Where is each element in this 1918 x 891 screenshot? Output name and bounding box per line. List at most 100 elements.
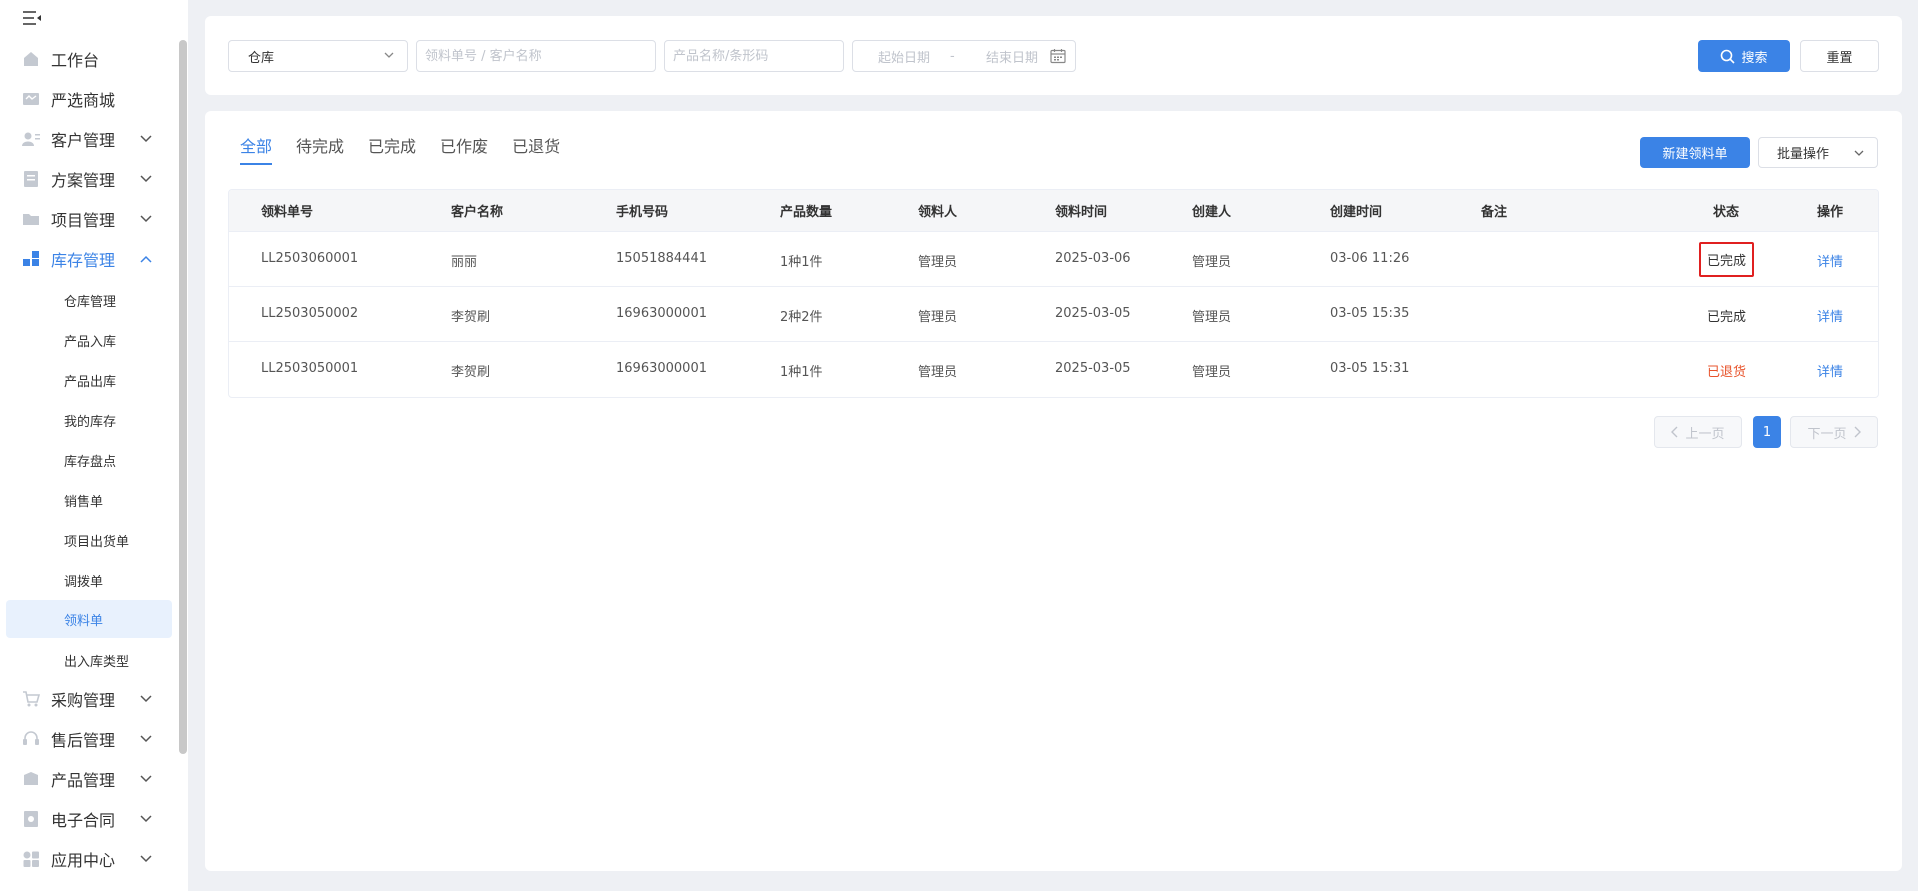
- sidebar-item-aftersales[interactable]: 售后管理: [0, 721, 180, 757]
- chevron-down-icon: [138, 211, 154, 227]
- cell-qty: 2种2件: [780, 310, 823, 325]
- column-header: 创建时间: [1330, 205, 1383, 220]
- sidebar-item-label: 售后管理: [51, 731, 116, 750]
- tab-all[interactable]: 全部: [240, 133, 273, 165]
- start-date-placeholder: 起始日期: [878, 50, 931, 66]
- column-header: 操作: [1817, 205, 1844, 220]
- order-search-input[interactable]: [416, 40, 656, 72]
- reset-button[interactable]: 重置: [1800, 40, 1879, 72]
- prev-page-button[interactable]: 上一页: [1654, 416, 1742, 448]
- sidebar-subitem-product-inbound[interactable]: 产品入库: [6, 321, 172, 359]
- column-header: 备注: [1481, 205, 1508, 220]
- main-panel: 全部 待完成 已完成 已作废 已退货 新建领料单 批量操作 领料单号 客户名称 …: [205, 111, 1902, 871]
- detail-link[interactable]: 详情: [1817, 251, 1843, 270]
- table-row: LL2503050001 李贺刷 16963000001 1种1件 管理员 20…: [229, 342, 1878, 397]
- sidebar-subitem-project-shipment[interactable]: 项目出货单: [6, 521, 172, 559]
- column-header: 客户名称: [451, 205, 504, 220]
- sidebar-item-label: 采购管理: [51, 691, 116, 710]
- table-row: LL2503060001 丽丽 15051884441 1种1件 管理员 202…: [229, 232, 1878, 287]
- cell-customer: 李贺刷: [451, 365, 491, 380]
- cell-phone: 16963000001: [616, 361, 707, 376]
- detail-link[interactable]: 详情: [1817, 361, 1843, 380]
- chevron-down-icon: [138, 171, 154, 187]
- sidebar-item-customer[interactable]: 客户管理: [0, 121, 180, 157]
- date-range-picker[interactable]: 起始日期 - 结束日期: [852, 40, 1076, 72]
- status-badge: 已退货: [1707, 365, 1747, 380]
- sidebar-item-label: 电子合同: [51, 811, 116, 830]
- cell-pick-date: 2025-03-05: [1055, 361, 1131, 376]
- cell-qty: 1种1件: [780, 255, 823, 270]
- sidebar-item-purchase[interactable]: 采购管理: [0, 681, 180, 717]
- sidebar-subitem-transfer[interactable]: 调拨单: [6, 561, 172, 599]
- chevron-down-icon: [138, 811, 154, 827]
- tab-voided[interactable]: 已作废: [440, 133, 488, 165]
- next-page-label: 下一页: [1807, 426, 1847, 442]
- new-requisition-button[interactable]: 新建领料单: [1640, 137, 1750, 168]
- sidebar-item-project[interactable]: 项目管理: [0, 201, 180, 237]
- sidebar-subitem-warehouse[interactable]: 仓库管理: [6, 281, 172, 319]
- sidebar-subitem-my-stock[interactable]: 我的库存: [6, 401, 172, 439]
- plan-icon: [21, 169, 41, 189]
- cell-phone: 15051884441: [616, 251, 707, 266]
- column-header: 产品数量: [780, 205, 833, 220]
- product-search-input[interactable]: [664, 40, 844, 72]
- sidebar-item-mall[interactable]: 严选商城: [0, 81, 180, 117]
- cell-customer: 李贺刷: [451, 310, 491, 325]
- sidebar-item-label: 产品管理: [51, 771, 116, 790]
- tab-pending[interactable]: 待完成: [296, 133, 344, 165]
- status-badge: 已完成: [1707, 310, 1747, 325]
- sidebar-subitem-sales-order[interactable]: 销售单: [6, 481, 172, 519]
- customer-icon: [21, 129, 41, 149]
- requisition-table: 领料单号 客户名称 手机号码 产品数量 领料人 领料时间 创建人 创建时间 备注…: [228, 189, 1879, 398]
- sidebar: 工作台 严选商城 客户管理 方案管理 项目管理 库存管理 仓库管理 产品入库 产…: [0, 0, 188, 891]
- chevron-down-icon: [383, 49, 395, 65]
- apps-icon: [21, 849, 41, 869]
- filter-panel: 仓库 起始日期 - 结束日期 搜索 重置: [205, 16, 1902, 95]
- cell-qty: 1种1件: [780, 365, 823, 380]
- batch-actions-dropdown[interactable]: 批量操作: [1758, 137, 1878, 168]
- menu-fold-icon[interactable]: [22, 10, 44, 28]
- sidebar-item-product[interactable]: 产品管理: [0, 761, 180, 797]
- calendar-icon: [1050, 48, 1066, 68]
- mall-icon: [21, 89, 41, 109]
- search-button[interactable]: 搜索: [1698, 40, 1790, 72]
- tab-returned[interactable]: 已退货: [512, 133, 560, 165]
- search-icon: [1720, 49, 1736, 64]
- status-badge: 已完成: [1699, 242, 1755, 277]
- page-number-button[interactable]: 1: [1753, 416, 1781, 448]
- warehouse-select[interactable]: 仓库: [228, 40, 408, 72]
- cell-creator: 管理员: [1192, 310, 1232, 325]
- sidebar-item-apps[interactable]: 应用中心: [0, 841, 180, 877]
- tab-completed[interactable]: 已完成: [368, 133, 416, 165]
- cell-created: 03-05 15:31: [1330, 361, 1410, 376]
- home-icon: [21, 49, 41, 69]
- cell-picker: 管理员: [918, 255, 958, 270]
- sidebar-item-workbench[interactable]: 工作台: [0, 41, 180, 77]
- sidebar-subitem-material-requisition[interactable]: 领料单: [6, 600, 172, 638]
- warehouse-select-value: 仓库: [248, 50, 275, 66]
- sidebar-item-inventory[interactable]: 库存管理: [0, 241, 180, 277]
- cell-order-no: LL2503050002: [261, 306, 359, 321]
- table-header: 领料单号 客户名称 手机号码 产品数量 领料人 领料时间 创建人 创建时间 备注…: [229, 190, 1878, 232]
- cell-customer: 丽丽: [451, 255, 478, 270]
- sidebar-subitem-inout-type[interactable]: 出入库类型: [6, 641, 172, 679]
- column-header: 手机号码: [616, 205, 669, 220]
- cell-phone: 16963000001: [616, 306, 707, 321]
- headset-icon: [21, 729, 41, 749]
- detail-link[interactable]: 详情: [1817, 306, 1843, 325]
- status-tabs: 全部 待完成 已完成 已作废 已退货: [240, 133, 584, 165]
- cell-pick-date: 2025-03-05: [1055, 306, 1131, 321]
- next-page-button[interactable]: 下一页: [1790, 416, 1878, 448]
- chevron-down-icon: [138, 771, 154, 787]
- sidebar-subitem-stocktake[interactable]: 库存盘点: [6, 441, 172, 479]
- chevron-down-icon: [138, 691, 154, 707]
- sidebar-subitem-product-outbound[interactable]: 产品出库: [6, 361, 172, 399]
- column-header: 领料单号: [261, 205, 314, 220]
- sidebar-scrollbar[interactable]: [179, 40, 187, 754]
- chevron-left-icon: [1671, 426, 1679, 438]
- sidebar-item-label: 客户管理: [51, 131, 116, 150]
- sidebar-item-plan[interactable]: 方案管理: [0, 161, 180, 197]
- search-button-label: 搜索: [1741, 50, 1768, 66]
- sidebar-item-contract[interactable]: 电子合同: [0, 801, 180, 837]
- cell-picker: 管理员: [918, 310, 958, 325]
